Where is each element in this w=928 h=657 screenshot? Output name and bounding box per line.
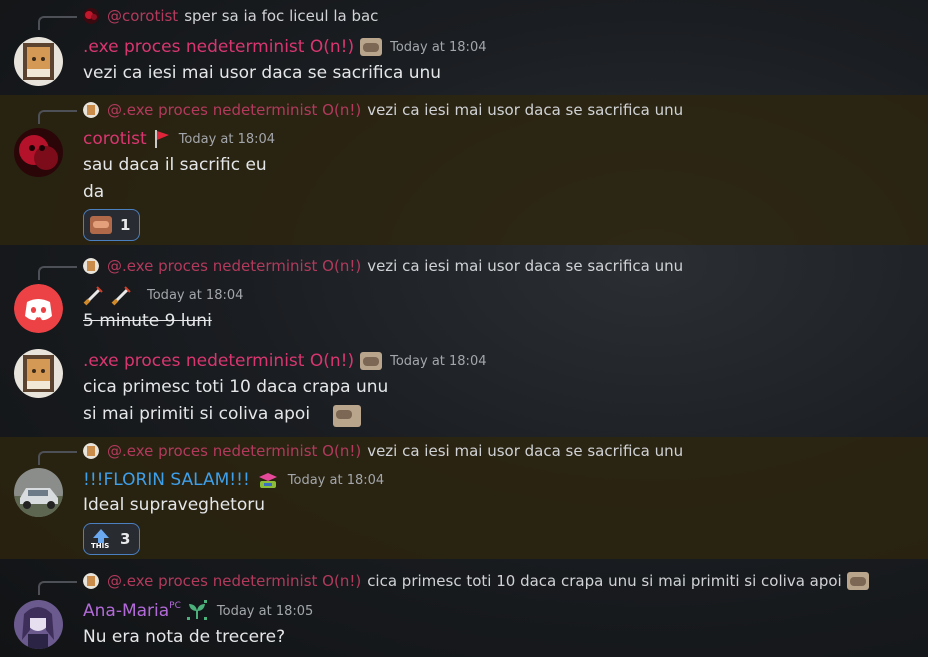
reaction-count: 3 (120, 530, 131, 548)
reply-text[interactable]: sper sa ia foc liceul la bac (184, 7, 378, 25)
chat-messages: @corotist sper sa ia foc liceul la bac .… (0, 0, 928, 657)
user-avatar[interactable] (14, 37, 63, 86)
user-avatar[interactable] (14, 468, 63, 517)
message-header: Today at 18:04 (83, 284, 243, 306)
message-4: .exe proces nedeterminist O(n!) Today at… (0, 340, 928, 435)
message-text: vezi ca iesi mai usor daca se sacrifica … (83, 63, 442, 83)
reply-preview[interactable]: @.exe proces nedeterminist O(n!) vezi ca… (38, 441, 683, 465)
timestamp[interactable]: Today at 18:04 (147, 288, 243, 303)
message-text: da (83, 182, 105, 202)
cat-emoji-icon (846, 572, 869, 590)
reaction-button[interactable]: 1 (83, 209, 141, 241)
timestamp[interactable]: Today at 18:04 (288, 473, 384, 488)
message-header: !!!FLORIN SALAM!!! Today at 18:04 (83, 469, 384, 491)
reply-text[interactable]: vezi ca iesi mai usor daca se sacrifica … (367, 442, 683, 460)
reply-author[interactable]: @.exe proces nedeterminist O(n!) (107, 572, 361, 590)
reaction-emoji-label: THIS (91, 542, 110, 550)
reaction-count: 1 (120, 216, 131, 234)
username[interactable]: .exe proces nedeterminist O(n!) (83, 351, 354, 371)
reply-preview[interactable]: @.exe proces nedeterminist O(n!) cica pr… (38, 571, 869, 595)
timestamp[interactable]: Today at 18:04 (390, 40, 486, 55)
ribbon-emoji-icon (258, 473, 277, 488)
reaction-button[interactable]: THIS 3 (83, 523, 141, 555)
message-0: @corotist sper sa ia foc liceul la bac (0, 0, 928, 32)
sword-emoji-icon (83, 286, 103, 306)
reply-preview[interactable]: @.exe proces nedeterminist O(n!) vezi ca… (38, 256, 683, 280)
red-flag-icon (154, 130, 169, 148)
cat-emoji-icon (360, 38, 383, 56)
message-header: .exe proces nedeterminist O(n!) Today at… (83, 350, 486, 372)
message-header: Ana-Maria PC Today at 18:05 (83, 600, 313, 622)
message-text: cica primesc toti 10 daca crapa unu (83, 377, 389, 397)
exe-mini-avatar (83, 258, 99, 274)
corotist-mini-avatar (83, 8, 99, 24)
user-avatar[interactable] (14, 600, 63, 649)
reply-author[interactable]: @.exe proces nedeterminist O(n!) (107, 101, 361, 119)
sprout-icon (186, 600, 207, 620)
face-emoji-icon (90, 216, 112, 234)
timestamp[interactable]: Today at 18:04 (390, 354, 486, 369)
message-text: si mai primiti si coliva apoi (83, 404, 311, 424)
cat-emoji-icon (360, 352, 383, 370)
reply-author[interactable]: @.exe proces nedeterminist O(n!) (107, 257, 361, 275)
cat-emoji-icon (333, 405, 361, 427)
reply-preview[interactable]: @corotist sper sa ia foc liceul la bac (38, 6, 378, 30)
reply-text[interactable]: cica primesc toti 10 daca crapa unu si m… (367, 572, 842, 590)
message-1: .exe proces nedeterminist O(n!) Today at… (0, 32, 928, 94)
exe-mini-avatar (83, 102, 99, 118)
username[interactable]: Ana-Maria (83, 601, 169, 621)
timestamp[interactable]: Today at 18:05 (217, 604, 313, 619)
message-header: .exe proces nedeterminist O(n!) Today at… (83, 36, 486, 58)
reply-text[interactable]: vezi ca iesi mai usor daca se sacrifica … (367, 101, 683, 119)
exe-mini-avatar (83, 573, 99, 589)
message-text: 5 minute 9 luni (83, 311, 212, 331)
reply-text[interactable]: vezi ca iesi mai usor daca se sacrifica … (367, 257, 683, 275)
reply-author[interactable]: @.exe proces nedeterminist O(n!) (107, 442, 361, 460)
user-avatar[interactable] (14, 349, 63, 398)
message-3: @.exe proces nedeterminist O(n!) vezi ca… (0, 252, 928, 338)
role-tag: PC (169, 601, 181, 611)
reply-preview[interactable]: @.exe proces nedeterminist O(n!) vezi ca… (38, 100, 683, 124)
message-text: sau daca il sacrific eu (83, 155, 267, 175)
message-5: @.exe proces nedeterminist O(n!) vezi ca… (0, 437, 928, 559)
message-text: Ideal supraveghetoru (83, 495, 266, 515)
timestamp[interactable]: Today at 18:04 (179, 132, 275, 147)
message-2: @.exe proces nedeterminist O(n!) vezi ca… (0, 95, 928, 245)
message-header: corotist Today at 18:04 (83, 128, 275, 150)
message-6: @.exe proces nedeterminist O(n!) cica pr… (0, 566, 928, 657)
user-avatar[interactable] (14, 128, 63, 177)
username[interactable]: .exe proces nedeterminist O(n!) (83, 37, 354, 57)
this-arrow-emoji-icon: THIS (90, 528, 112, 550)
discord-avatar[interactable] (14, 284, 63, 333)
exe-mini-avatar (83, 443, 99, 459)
username[interactable]: corotist (83, 129, 147, 149)
username[interactable]: !!!FLORIN SALAM!!! (83, 470, 250, 490)
reply-author[interactable]: @corotist (107, 7, 178, 25)
message-text: Nu era nota de trecere? (83, 627, 286, 647)
sword-emoji-icon (111, 286, 131, 306)
